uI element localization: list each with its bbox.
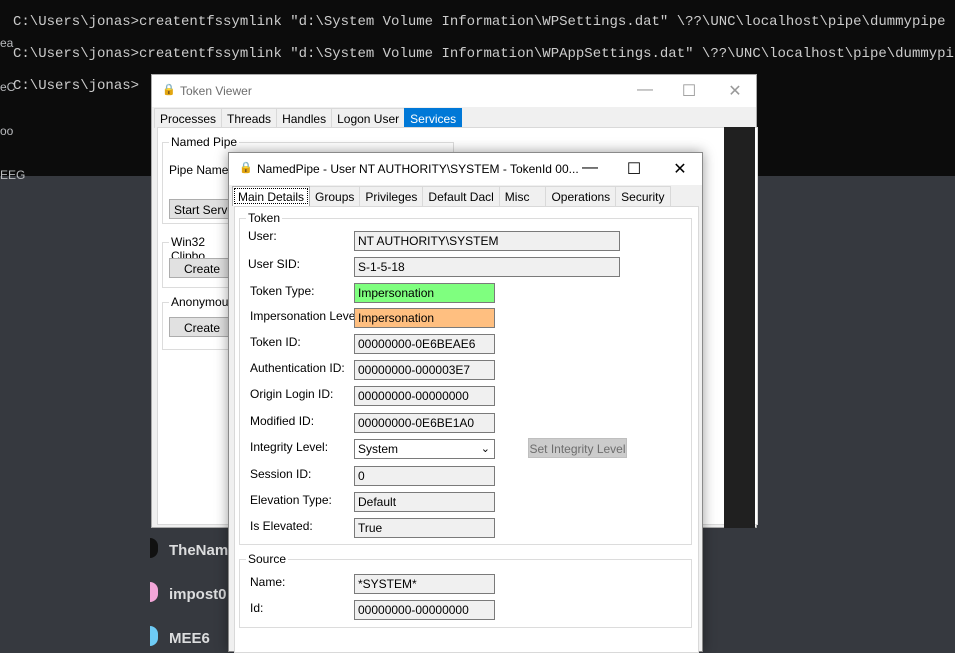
member-name[interactable]: TheNam [169,542,228,559]
is-elevated-label: Is Elevated: [250,519,313,533]
impersonation-level-label: Impersonation Level: [250,309,362,323]
member-name[interactable]: MEE6 [169,630,210,647]
integrity-level-select[interactable]: System ⌄ [354,439,495,459]
group-label: Anonymous [169,295,237,309]
user-sid-field[interactable]: S-1-5-18 [354,257,620,277]
maximize-icon[interactable]: ☐ [674,81,704,101]
user-sid-label: User SID: [248,257,301,271]
tab-misc[interactable]: Misc [498,186,547,206]
tab-privileges[interactable]: Privileges [359,186,424,206]
title-bar: 🔒 Token Viewer — ☐ ✕ [152,75,756,107]
session-id-label: Session ID: [250,467,312,481]
bg-fragment: eC [0,80,16,94]
tab-services[interactable]: Services [404,108,463,128]
elevation-type-label: Elevation Type: [250,493,332,507]
group-label: Named Pipe [169,135,240,149]
named-pipe-dialog: 🔒 NamedPipe - User NT AUTHORITY\SYSTEM -… [228,152,703,653]
create-button[interactable]: Create [169,317,235,337]
origin-login-id-field[interactable]: 00000000-00000000 [354,386,495,406]
chevron-down-icon: ⌄ [480,443,490,455]
tab-strip: Processes Threads Handles Logon User Ser… [154,108,463,128]
set-integrity-level-button[interactable]: Set Integrity Level [528,438,627,458]
tab-processes[interactable]: Processes [154,108,223,128]
avatar[interactable] [150,626,158,646]
origin-login-id-label: Origin Login ID: [250,387,334,401]
bg-fragment: EEG [0,168,26,182]
integrity-level-value: System [358,442,399,456]
source-group: Source Name: *SYSTEM* Id: 00000000-00000… [239,552,692,628]
tab-threads[interactable]: Threads [221,108,278,128]
source-id-field[interactable]: 00000000-00000000 [354,600,495,620]
pipe-name-label: Pipe Name: [169,163,232,177]
user-label: User: [248,229,277,243]
authentication-id-label: Authentication ID: [250,361,345,375]
authentication-id-field[interactable]: 00000000-000003E7 [354,360,495,380]
close-icon[interactable]: ✕ [665,159,695,179]
minimize-icon[interactable]: — [575,159,605,177]
token-group: Token User: NT AUTHORITY\SYSTEM User SID… [239,211,692,545]
token-type-field[interactable]: Impersonation [354,283,495,303]
bg-fragment: oo [0,124,14,138]
modified-id-field[interactable]: 00000000-0E6BE1A0 [354,413,495,433]
lock-icon: 🔒 [239,162,253,174]
member-name[interactable]: impost0 [169,586,227,603]
dialog-title: NamedPipe - User NT AUTHORITY\SYSTEM - T… [257,162,579,176]
token-id-field[interactable]: 00000000-0E6BEAE6 [354,334,495,354]
title-bar: 🔒 NamedPipe - User NT AUTHORITY\SYSTEM -… [229,153,702,185]
tab-operations[interactable]: Operations [545,186,617,206]
tab-main-details[interactable]: Main Details [232,186,311,206]
avatar[interactable] [150,538,158,558]
window-title: Token Viewer [180,84,252,98]
tab-security[interactable]: Security [615,186,671,206]
bg-fragment: ea [0,36,14,50]
terminal-line: C:\Users\jonas>createntfssymlink "d:\Sys… [13,14,946,30]
modified-id-label: Modified ID: [250,414,315,428]
maximize-icon[interactable]: ☐ [619,159,649,179]
avatar[interactable] [150,582,158,602]
token-type-label: Token Type: [250,284,315,298]
create-button[interactable]: Create [169,258,235,278]
session-id-field[interactable]: 0 [354,466,495,486]
minimize-icon[interactable]: — [630,81,660,99]
source-name-field[interactable]: *SYSTEM* [354,574,495,594]
tab-default-dacl[interactable]: Default Dacl [422,186,500,206]
main-details-panel: Token User: NT AUTHORITY\SYSTEM User SID… [234,206,699,653]
group-label: Token [246,211,283,225]
elevation-type-field[interactable]: Default [354,492,495,512]
terminal-line: C:\Users\jonas>createntfssymlink "d:\Sys… [13,46,955,62]
tab-handles[interactable]: Handles [276,108,333,128]
dark-region [724,127,755,528]
user-field[interactable]: NT AUTHORITY\SYSTEM [354,231,620,251]
tab-strip: Main Details Groups Privileges Default D… [232,186,671,206]
lock-icon: 🔒 [162,84,176,96]
is-elevated-field[interactable]: True [354,518,495,538]
tab-logon-user[interactable]: Logon User [331,108,406,128]
group-label: Source [246,552,289,566]
close-icon[interactable]: ✕ [720,81,750,101]
source-name-label: Name: [250,575,286,589]
source-id-label: Id: [250,601,264,615]
tab-groups[interactable]: Groups [309,186,361,206]
integrity-level-label: Integrity Level: [250,440,329,454]
token-id-label: Token ID: [250,335,301,349]
impersonation-level-field[interactable]: Impersonation [354,308,495,328]
terminal-prompt: C:\Users\jonas> [13,78,140,94]
